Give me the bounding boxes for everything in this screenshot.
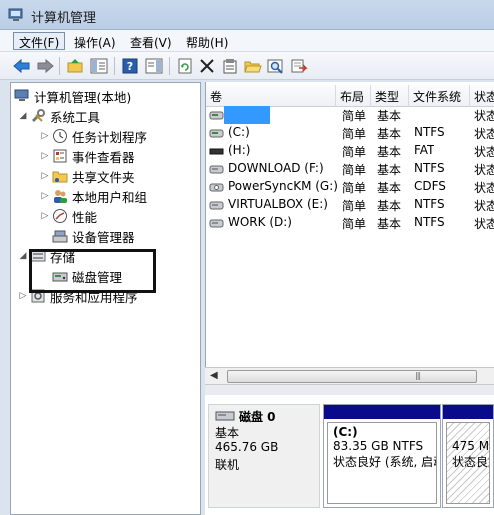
export-icon[interactable] [290, 57, 308, 75]
action-pane-icon[interactable] [145, 57, 163, 75]
tree-item-performance[interactable]: ▷ 性能 [39, 206, 97, 226]
event-viewer-icon [51, 148, 69, 164]
clock-icon [51, 128, 69, 144]
forward-icon[interactable] [36, 57, 54, 75]
tree-item-shared-folders[interactable]: ▷ 共享文件夹 [39, 166, 135, 186]
delete-icon[interactable] [198, 57, 216, 75]
drive-icon [209, 109, 224, 121]
partition-size: 475 MB [452, 439, 490, 453]
partition-status: 状态良好 (系统, 启动 [333, 455, 437, 469]
console-tree: 计算机管理(本地) ◢ 系统工具 ▷ 任务计划程序 ▷ 事件查看器 ▷ 共享文件… [10, 82, 201, 515]
menu-file[interactable]: 文件(F) [13, 32, 66, 50]
tree-item-local-users[interactable]: ▷ 本地用户和组 [39, 186, 147, 206]
computer-icon [13, 88, 31, 104]
partition-bar [443, 405, 493, 419]
table-row[interactable]: WORK (D:) 简单 基本 NTFS 状态 [206, 214, 494, 232]
partition-bar [324, 405, 440, 419]
disk-info-panel[interactable]: 磁盘 0 基本 465.76 GB 联机 [208, 404, 320, 508]
table-row[interactable]: PowerSyncKM (G:) 简单 基本 CDFS 状态 [206, 178, 494, 196]
menu-help[interactable]: 帮助(H) [180, 32, 234, 50]
users-icon [51, 188, 69, 204]
column-header-filesystem[interactable]: 文件系统 [409, 85, 470, 107]
refresh-icon[interactable] [176, 57, 194, 75]
expand-arrow-icon[interactable]: ▷ [17, 291, 29, 301]
expand-arrow-icon[interactable]: ▷ [39, 191, 51, 201]
drive-icon [209, 163, 224, 175]
partition-status: 状态良好 [452, 455, 489, 469]
expand-arrow-icon[interactable]: ▷ [39, 131, 51, 141]
expand-arrow-icon[interactable]: ▷ [39, 211, 51, 221]
performance-icon [51, 208, 69, 224]
tree-item-task-scheduler[interactable]: ▷ 任务计划程序 [39, 126, 147, 146]
removable-drive-icon [209, 145, 224, 157]
collapse-arrow-icon[interactable]: ◢ [17, 111, 29, 121]
up-folder-icon[interactable] [66, 57, 84, 75]
computer-management-icon [8, 7, 24, 23]
help-icon[interactable]: ? [121, 57, 139, 75]
annotation-highlight-box [29, 249, 156, 293]
tree-item-device-manager[interactable]: 设备管理器 [51, 226, 135, 246]
disk-size: 465.76 GB [215, 440, 279, 454]
volume-list-header: 卷 布局 类型 文件系统 状态 [206, 85, 494, 107]
table-row[interactable]: 简单 基本 状态 [206, 106, 494, 124]
table-row[interactable]: (C:) 简单 基本 NTFS 状态 [206, 124, 494, 142]
back-icon[interactable] [13, 57, 31, 75]
cd-drive-icon [209, 181, 224, 193]
tree-item-event-viewer[interactable]: ▷ 事件查看器 [39, 146, 135, 166]
tree-item-root[interactable]: 计算机管理(本地) [13, 86, 131, 106]
collapse-arrow-icon[interactable]: ◢ [17, 251, 29, 261]
disk-state: 联机 [215, 458, 240, 472]
table-row[interactable]: VIRTUALBOX (E:) 简单 基本 NTFS 状态 [206, 196, 494, 214]
open-folder-icon[interactable] [244, 57, 262, 75]
menu-action[interactable]: 操作(A) [68, 32, 122, 50]
scroll-left-icon[interactable]: ◀ [210, 370, 218, 381]
partition-c[interactable]: (C:) 83.35 GB NTFS 状态良好 (系统, 启动 [323, 404, 441, 508]
shared-folder-icon [51, 168, 69, 184]
horizontal-scrollbar[interactable]: ◀ ||| [205, 367, 494, 385]
expand-arrow-icon[interactable]: ▷ [39, 171, 51, 181]
title-bar: 计算机管理 [0, 0, 494, 30]
tools-icon [29, 108, 47, 124]
partition-reserved[interactable]: 475 MB 状态良好 [442, 404, 494, 508]
expand-arrow-icon[interactable]: ▷ [39, 151, 51, 161]
drive-icon [209, 217, 224, 229]
column-header-status[interactable]: 状态 [470, 85, 494, 107]
menu-view[interactable]: 查看(V) [124, 32, 178, 50]
selected-volume-highlight [224, 106, 270, 124]
column-header-volume[interactable]: 卷 [206, 85, 336, 107]
column-header-layout[interactable]: 布局 [336, 85, 371, 107]
menu-bar: 文件(F) 操作(A) 查看(V) 帮助(H) [0, 30, 494, 52]
drive-icon [209, 199, 224, 211]
table-row[interactable]: (H:) 简单 基本 FAT 状态 [206, 142, 494, 160]
device-manager-icon [51, 228, 69, 244]
properties-icon[interactable] [221, 57, 239, 75]
show-hide-tree-icon[interactable] [90, 57, 108, 75]
pane-splitter[interactable] [205, 385, 494, 395]
partition-label: (C:) [333, 425, 358, 439]
scrollbar-thumb[interactable] [227, 370, 477, 383]
disk-kind: 基本 [215, 426, 240, 440]
disk-icon [215, 410, 235, 425]
tree-item-system-tools[interactable]: ◢ 系统工具 [17, 106, 100, 126]
partition-label [452, 425, 484, 439]
drive-icon [209, 127, 224, 139]
svg-text:?: ? [127, 60, 133, 73]
column-header-type[interactable]: 类型 [371, 85, 409, 107]
disk-map: 磁盘 0 基本 465.76 GB 联机 (C:) 83.35 GB NTFS … [205, 395, 494, 515]
window-title: 计算机管理 [31, 11, 97, 26]
toolbar: ? [0, 52, 494, 80]
scrollbar-grip-icon: ||| [415, 371, 421, 380]
search-icon[interactable] [267, 57, 285, 75]
disk-name: 磁盘 0 [239, 410, 276, 424]
table-row[interactable]: DOWNLOAD (F:) 简单 基本 NTFS 状态 [206, 160, 494, 178]
partition-size: 83.35 GB NTFS [333, 439, 424, 453]
